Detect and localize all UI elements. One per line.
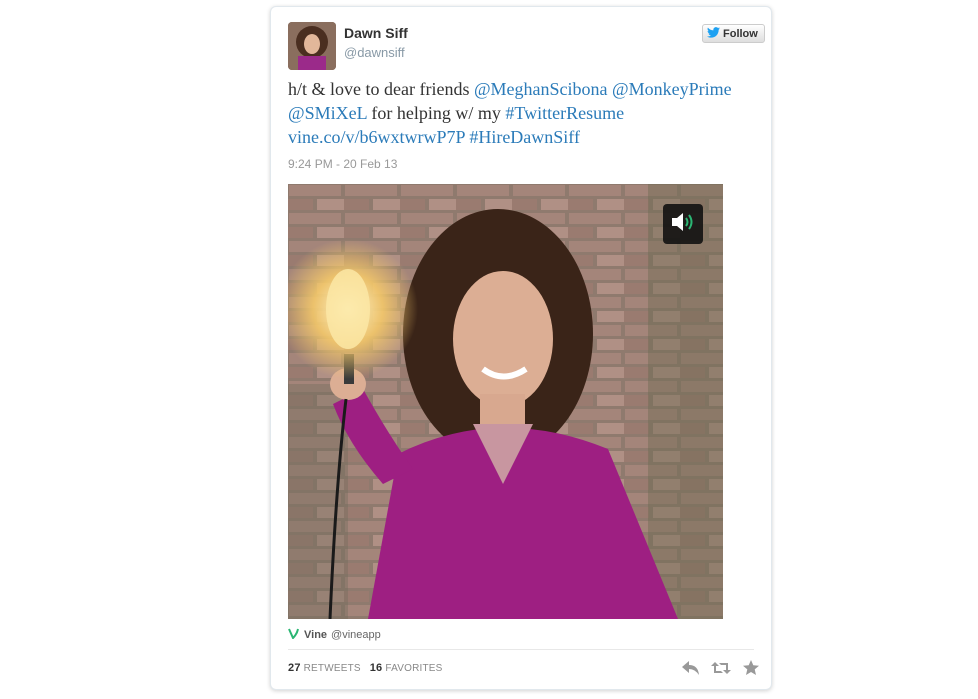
follow-label: Follow [723, 27, 758, 40]
favorites-count[interactable]: 16 [370, 662, 383, 674]
mention-monkeyprime[interactable]: @MonkeyPrime [612, 79, 732, 99]
vine-link[interactable]: vine.co/v/b6wxtwrwP7P [288, 127, 465, 147]
speaker-icon [670, 211, 696, 238]
follow-button[interactable]: Follow [702, 24, 765, 43]
author-name[interactable]: Dawn Siff [344, 25, 408, 41]
retweets-label: RETWEETS [303, 663, 361, 674]
vine-video[interactable] [288, 184, 723, 619]
retweets-count[interactable]: 27 [288, 662, 301, 674]
author-handle[interactable]: @dawnsiff [344, 45, 405, 60]
tweet-intro: h/t & love to dear friends [288, 79, 470, 99]
star-icon[interactable] [741, 659, 761, 677]
video-frame [288, 184, 723, 619]
tweet-stats: 27 RETWEETS 16 FAVORITES [288, 662, 443, 674]
hashtag-hiredawnsiff[interactable]: #HireDawnSiff [469, 127, 580, 147]
mention-meghanscibona[interactable]: @MeghanScibona [474, 79, 608, 99]
retweet-icon[interactable] [711, 659, 731, 677]
hashtag-twitterresume[interactable]: #TwitterResume [505, 103, 624, 123]
mention-smixel[interactable]: @SMiXeL [288, 103, 367, 123]
favorites-label: FAVORITES [385, 663, 443, 674]
tweet-middle: for helping w/ my [371, 103, 501, 123]
twitter-bird-icon [707, 26, 720, 41]
avatar[interactable] [288, 22, 336, 70]
vine-logo-icon [288, 627, 300, 642]
embedded-tweet-card: Dawn Siff @dawnsiff Follow h/t & love to… [270, 6, 772, 690]
divider [288, 649, 754, 650]
tweet-actions [681, 659, 761, 677]
reply-icon[interactable] [681, 659, 701, 677]
vine-service-name: Vine [304, 628, 328, 641]
vine-account[interactable]: @vineapp [331, 629, 381, 641]
tweet-timestamp[interactable]: 9:24 PM - 20 Feb 13 [288, 157, 397, 171]
vine-attribution[interactable]: Vine @vineapp [288, 627, 381, 642]
tweet-text: h/t & love to dear friends @MeghanScibon… [288, 77, 758, 149]
sound-toggle-button[interactable] [663, 204, 703, 244]
